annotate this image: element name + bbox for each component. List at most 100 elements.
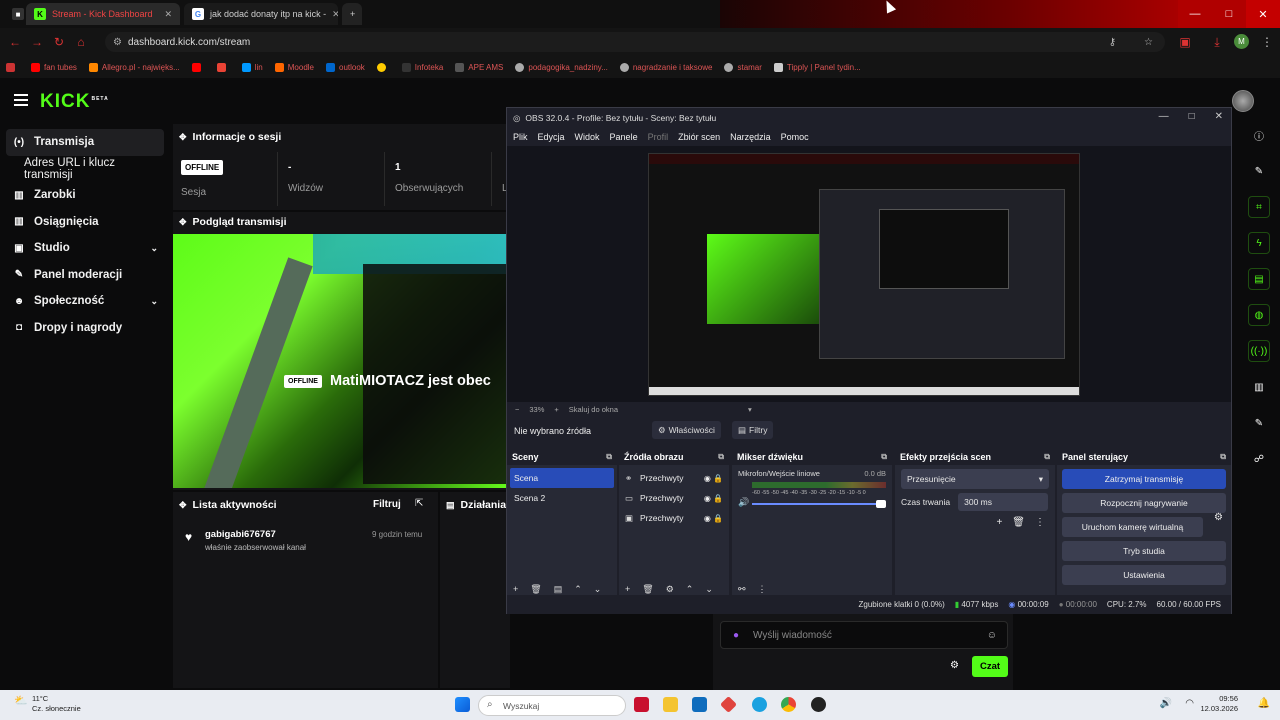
eye-icon[interactable]: ◉ 🔒 xyxy=(704,494,723,503)
eye-icon[interactable]: ◉ 🔒 xyxy=(704,514,723,523)
bookmark-item[interactable]: nagradzanie i taksowe xyxy=(619,62,712,72)
sidebar-item-stream-key[interactable]: Adres URL i klucz transmisji xyxy=(6,156,164,183)
scale-to-window[interactable]: Skaluj do okna xyxy=(569,405,618,414)
chat-icon[interactable]: ◍ xyxy=(1248,304,1270,326)
obs-preview-canvas[interactable] xyxy=(507,146,1231,402)
studio-mode-button[interactable]: Tryb studia xyxy=(1062,541,1226,561)
source-item[interactable]: ▭ Przechwyty ◉ 🔒 xyxy=(619,488,729,508)
hamburger-menu-icon[interactable] xyxy=(14,94,28,106)
bookmark-item[interactable]: outlook xyxy=(326,62,365,72)
bookmark-item[interactable] xyxy=(191,62,205,72)
menu-plik[interactable]: Plik xyxy=(513,132,528,142)
slider-handle[interactable] xyxy=(876,500,886,508)
close-icon[interactable]: ✕ xyxy=(1215,111,1223,122)
back-icon[interactable]: ← xyxy=(4,31,26,53)
obs-taskbar-icon[interactable] xyxy=(811,697,826,712)
emoji-icon[interactable]: ☺ xyxy=(987,630,997,641)
sidebar-item-spolecznosc[interactable]: ☻ Społeczność ⌄ xyxy=(6,288,164,315)
server-icon[interactable]: ▥ xyxy=(1248,376,1270,398)
bookmark-item[interactable] xyxy=(376,62,390,72)
site-info-icon[interactable]: ⚙ xyxy=(113,37,122,48)
arrow-down-icon[interactable]: ⌄ xyxy=(594,584,602,595)
user-avatar[interactable] xyxy=(1232,90,1254,112)
forward-icon[interactable]: → xyxy=(26,31,48,53)
trash-icon[interactable]: 🗑 xyxy=(642,584,653,595)
windows-start-icon[interactable] xyxy=(455,697,470,712)
arrow-up-icon[interactable]: ⌃ xyxy=(574,584,582,595)
gear-icon[interactable]: ⚙ xyxy=(1214,512,1223,523)
clipboard-icon[interactable]: ▤ xyxy=(1248,268,1270,290)
add-icon[interactable]: + xyxy=(625,584,630,594)
chat-input[interactable]: ● Wyślij wiadomość ☺ xyxy=(720,621,1008,649)
bookmark-item[interactable]: Infoteka xyxy=(401,62,443,72)
sidebar-item-osiagniecia[interactable]: ▥ Osiągnięcia xyxy=(6,209,164,236)
bookmark-item[interactable]: stamar xyxy=(724,62,762,72)
menu-panele[interactable]: Panele xyxy=(610,132,638,142)
sidebar-item-dropy[interactable]: ◘ Dropy i nagrody xyxy=(6,315,164,342)
downloads-icon[interactable]: ⤓ xyxy=(1206,31,1228,53)
wifi-icon[interactable]: ◠ xyxy=(1185,698,1194,709)
home-icon[interactable]: ⌂ xyxy=(70,31,92,53)
minimize-icon[interactable]: — xyxy=(1178,0,1212,28)
undock-icon[interactable]: ⧉ xyxy=(881,452,887,462)
maximize-icon[interactable]: □ xyxy=(1189,111,1195,122)
chrome-icon[interactable] xyxy=(781,697,796,712)
add-icon[interactable]: + xyxy=(996,517,1002,528)
close-window-icon[interactable]: ✕ xyxy=(1246,0,1280,28)
reload-icon[interactable]: ↻ xyxy=(48,31,70,53)
source-item[interactable]: ⚭ Przechwyty ◉ 🔒 xyxy=(619,468,729,488)
system-clock[interactable]: 09:56 12.03.2026 xyxy=(1200,694,1238,714)
bookmark-star-icon[interactable]: ☆ xyxy=(1144,37,1153,48)
source-item[interactable]: ▣ Przechwyty ◉ 🔒 xyxy=(619,508,729,528)
bookmark-item[interactable]: fan tubes xyxy=(31,62,77,72)
apps-icon[interactable] xyxy=(6,62,19,72)
bookmark-item[interactable]: podagogika_nadziny... xyxy=(515,62,608,72)
transition-select[interactable]: Przesunięcie ▾ xyxy=(901,469,1049,489)
new-tab-button[interactable]: + xyxy=(342,3,362,25)
menu-profil[interactable]: Profil xyxy=(648,132,669,142)
file-explorer-icon[interactable] xyxy=(663,697,678,712)
edge-icon[interactable] xyxy=(752,697,767,712)
broadcast-icon[interactable]: ((·)) xyxy=(1248,340,1270,362)
activity-user[interactable]: gabigabi676767 xyxy=(205,529,276,540)
chat-settings-icon[interactable]: ⚙ xyxy=(950,660,959,671)
bookmark-item[interactable]: Allegro.pl - najwięks... xyxy=(88,62,180,72)
store-icon[interactable] xyxy=(692,697,707,712)
sidebar-item-transmisja[interactable]: (•) Transmisja xyxy=(6,129,164,156)
sidebar-item-studio[interactable]: ▣ Studio ⌄ xyxy=(6,235,164,262)
trash-icon[interactable]: 🗑 xyxy=(1012,517,1025,528)
link-icon[interactable]: ⚯ xyxy=(738,584,746,595)
wrench-icon[interactable]: ✎ xyxy=(1248,412,1270,434)
users-icon[interactable]: ☍ xyxy=(1248,448,1270,470)
close-icon[interactable]: ✕ xyxy=(158,9,172,20)
url-input[interactable]: ⚙ dashboard.kick.com/stream ⚷ ☆ xyxy=(105,32,1165,52)
bookmark-item[interactable]: APE AMS xyxy=(455,62,503,72)
add-icon[interactable]: + xyxy=(513,584,518,594)
app-icon[interactable] xyxy=(634,697,649,712)
undock-icon[interactable]: ⧉ xyxy=(718,452,724,462)
sidebar-item-moderacja[interactable]: ✎ Panel moderacji xyxy=(6,262,164,289)
close-icon[interactable]: ✕ xyxy=(326,9,338,20)
undock-icon[interactable]: ⧉ xyxy=(606,452,612,462)
more-icon[interactable]: ⋮ xyxy=(1035,517,1045,528)
gear-icon[interactable]: ⚙ xyxy=(666,584,674,595)
arrow-down-icon[interactable]: ⌄ xyxy=(705,584,713,595)
chat-send-button[interactable]: Czat xyxy=(972,656,1009,677)
bookmark-item[interactable]: Tipply | Panel tydin... xyxy=(773,62,861,72)
profile-avatar[interactable]: M xyxy=(1234,34,1249,49)
zoom-in-icon[interactable]: + xyxy=(554,405,558,414)
extensions-icon[interactable]: ▣ xyxy=(1174,31,1196,53)
crop-icon[interactable]: ⌗ xyxy=(1248,196,1270,218)
filter-button[interactable]: Filtruj xyxy=(373,499,401,510)
lightning-icon[interactable]: ϟ xyxy=(1248,232,1270,254)
browser-menu-icon[interactable]: ■ xyxy=(4,3,24,25)
tab-google-search[interactable]: G jak dodać donaty itp na kick - ✕ xyxy=(184,3,338,25)
undock-icon[interactable]: ⧉ xyxy=(1044,452,1050,462)
menu-edycja[interactable]: Edycja xyxy=(538,132,565,142)
sidebar-item-zarobki[interactable]: ▥ Zarobki xyxy=(6,182,164,209)
minimize-icon[interactable]: — xyxy=(1159,111,1169,122)
popout-icon[interactable]: ⇱ xyxy=(415,498,423,509)
bookmark-item[interactable] xyxy=(216,62,230,72)
kick-logo[interactable]: KICKBETA xyxy=(40,91,109,113)
arrow-up-icon[interactable]: ⌃ xyxy=(686,584,694,595)
